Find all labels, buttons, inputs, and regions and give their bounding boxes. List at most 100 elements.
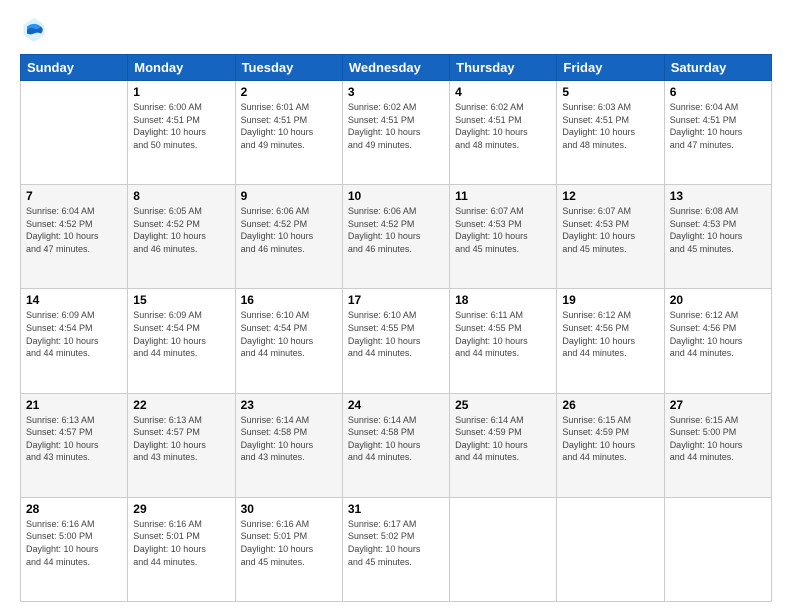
calendar-week-row: 28 Sunrise: 6:16 AM Sunset: 5:00 PM Dayli… [21,497,772,601]
calendar-table: SundayMondayTuesdayWednesdayThursdayFrid… [20,54,772,602]
day-number: 12 [562,189,658,203]
day-detail: Sunrise: 6:02 AM Sunset: 4:51 PM Dayligh… [348,101,444,151]
calendar-day-cell: 21 Sunrise: 6:13 AM Sunset: 4:57 PM Dayli… [21,393,128,497]
day-detail: Sunrise: 6:13 AM Sunset: 4:57 PM Dayligh… [133,414,229,464]
calendar-day-cell [21,81,128,185]
calendar-day-cell: 5 Sunrise: 6:03 AM Sunset: 4:51 PM Daylig… [557,81,664,185]
day-detail: Sunrise: 6:09 AM Sunset: 4:54 PM Dayligh… [26,309,122,359]
calendar-day-cell: 26Sunrise: 6:15 AM Sunset: 4:59 PM Dayli… [557,393,664,497]
day-detail: Sunrise: 6:10 AM Sunset: 4:54 PM Dayligh… [241,309,337,359]
calendar-day-cell: 25Sunrise: 6:14 AM Sunset: 4:59 PM Dayli… [450,393,557,497]
calendar-header-cell: Saturday [664,55,771,81]
calendar-day-cell: 22 Sunrise: 6:13 AM Sunset: 4:57 PM Dayli… [128,393,235,497]
logo-icon [20,16,48,44]
calendar-day-cell: 30Sunrise: 6:16 AM Sunset: 5:01 PM Dayli… [235,497,342,601]
calendar-day-cell: 8 Sunrise: 6:05 AM Sunset: 4:52 PM Daylig… [128,185,235,289]
day-number: 1 [133,85,229,99]
day-number: 13 [670,189,766,203]
calendar-day-cell: 1 Sunrise: 6:00 AM Sunset: 4:51 PM Daylig… [128,81,235,185]
day-detail: Sunrise: 6:13 AM Sunset: 4:57 PM Dayligh… [26,414,122,464]
calendar-header-cell: Friday [557,55,664,81]
calendar-day-cell: 20Sunrise: 6:12 AM Sunset: 4:56 PM Dayli… [664,289,771,393]
day-detail: Sunrise: 6:02 AM Sunset: 4:51 PM Dayligh… [455,101,551,151]
calendar-day-cell: 13Sunrise: 6:08 AM Sunset: 4:53 PM Dayli… [664,185,771,289]
day-number: 7 [26,189,122,203]
day-number: 31 [348,502,444,516]
day-number: 28 [26,502,122,516]
day-number: 6 [670,85,766,99]
calendar-day-cell: 14 Sunrise: 6:09 AM Sunset: 4:54 PM Dayli… [21,289,128,393]
day-detail: Sunrise: 6:16 AM Sunset: 5:00 PM Dayligh… [26,518,122,568]
calendar-header: SundayMondayTuesdayWednesdayThursdayFrid… [21,55,772,81]
calendar-day-cell: 7 Sunrise: 6:04 AM Sunset: 4:52 PM Daylig… [21,185,128,289]
calendar-day-cell [450,497,557,601]
calendar-day-cell: 4 Sunrise: 6:02 AM Sunset: 4:51 PM Daylig… [450,81,557,185]
day-detail: Sunrise: 6:14 AM Sunset: 4:59 PM Dayligh… [455,414,551,464]
day-detail: Sunrise: 6:15 AM Sunset: 5:00 PM Dayligh… [670,414,766,464]
calendar-header-cell: Wednesday [342,55,449,81]
calendar-day-cell: 18 Sunrise: 6:11 AM Sunset: 4:55 PM Dayli… [450,289,557,393]
calendar-day-cell: 3 Sunrise: 6:02 AM Sunset: 4:51 PM Daylig… [342,81,449,185]
calendar-day-cell: 6 Sunrise: 6:04 AM Sunset: 4:51 PM Daylig… [664,81,771,185]
day-detail: Sunrise: 6:04 AM Sunset: 4:51 PM Dayligh… [670,101,766,151]
day-detail: Sunrise: 6:07 AM Sunset: 4:53 PM Dayligh… [455,205,551,255]
calendar-week-row: 21 Sunrise: 6:13 AM Sunset: 4:57 PM Dayli… [21,393,772,497]
day-detail: Sunrise: 6:00 AM Sunset: 4:51 PM Dayligh… [133,101,229,151]
calendar-week-row: 14 Sunrise: 6:09 AM Sunset: 4:54 PM Dayli… [21,289,772,393]
calendar-day-cell: 28 Sunrise: 6:16 AM Sunset: 5:00 PM Dayli… [21,497,128,601]
day-detail: Sunrise: 6:14 AM Sunset: 4:58 PM Dayligh… [241,414,337,464]
day-detail: Sunrise: 6:04 AM Sunset: 4:52 PM Dayligh… [26,205,122,255]
day-number: 10 [348,189,444,203]
day-number: 20 [670,293,766,307]
calendar-header-cell: Tuesday [235,55,342,81]
calendar-day-cell: 24 Sunrise: 6:14 AM Sunset: 4:58 PM Dayli… [342,393,449,497]
day-number: 24 [348,398,444,412]
page: SundayMondayTuesdayWednesdayThursdayFrid… [0,0,792,612]
day-detail: Sunrise: 6:03 AM Sunset: 4:51 PM Dayligh… [562,101,658,151]
day-number: 22 [133,398,229,412]
day-detail: Sunrise: 6:01 AM Sunset: 4:51 PM Dayligh… [241,101,337,151]
day-number: 29 [133,502,229,516]
day-detail: Sunrise: 6:11 AM Sunset: 4:55 PM Dayligh… [455,309,551,359]
day-number: 14 [26,293,122,307]
day-number: 5 [562,85,658,99]
day-detail: Sunrise: 6:14 AM Sunset: 4:58 PM Dayligh… [348,414,444,464]
calendar-day-cell: 23Sunrise: 6:14 AM Sunset: 4:58 PM Dayli… [235,393,342,497]
day-number: 27 [670,398,766,412]
calendar-header-cell: Thursday [450,55,557,81]
calendar-day-cell: 19 Sunrise: 6:12 AM Sunset: 4:56 PM Dayli… [557,289,664,393]
day-number: 11 [455,189,551,203]
calendar-day-cell: 10 Sunrise: 6:06 AM Sunset: 4:52 PM Dayli… [342,185,449,289]
calendar-day-cell: 29 Sunrise: 6:16 AM Sunset: 5:01 PM Dayli… [128,497,235,601]
calendar-day-cell: 31 Sunrise: 6:17 AM Sunset: 5:02 PM Dayli… [342,497,449,601]
calendar-body: 1 Sunrise: 6:00 AM Sunset: 4:51 PM Daylig… [21,81,772,602]
calendar-day-cell [664,497,771,601]
calendar-day-cell: 27 Sunrise: 6:15 AM Sunset: 5:00 PM Dayli… [664,393,771,497]
calendar-day-cell: 2 Sunrise: 6:01 AM Sunset: 4:51 PM Daylig… [235,81,342,185]
header-row: SundayMondayTuesdayWednesdayThursdayFrid… [21,55,772,81]
day-detail: Sunrise: 6:05 AM Sunset: 4:52 PM Dayligh… [133,205,229,255]
day-detail: Sunrise: 6:10 AM Sunset: 4:55 PM Dayligh… [348,309,444,359]
calendar-day-cell: 11 Sunrise: 6:07 AM Sunset: 4:53 PM Dayli… [450,185,557,289]
day-number: 4 [455,85,551,99]
day-number: 3 [348,85,444,99]
calendar-day-cell [557,497,664,601]
header [20,16,772,44]
day-detail: Sunrise: 6:06 AM Sunset: 4:52 PM Dayligh… [348,205,444,255]
day-detail: Sunrise: 6:09 AM Sunset: 4:54 PM Dayligh… [133,309,229,359]
day-detail: Sunrise: 6:12 AM Sunset: 4:56 PM Dayligh… [562,309,658,359]
day-number: 18 [455,293,551,307]
day-detail: Sunrise: 6:17 AM Sunset: 5:02 PM Dayligh… [348,518,444,568]
day-detail: Sunrise: 6:16 AM Sunset: 5:01 PM Dayligh… [133,518,229,568]
day-number: 15 [133,293,229,307]
calendar-day-cell: 12Sunrise: 6:07 AM Sunset: 4:53 PM Dayli… [557,185,664,289]
day-number: 16 [241,293,337,307]
day-number: 19 [562,293,658,307]
calendar-header-cell: Monday [128,55,235,81]
calendar-day-cell: 9Sunrise: 6:06 AM Sunset: 4:52 PM Daylig… [235,185,342,289]
day-number: 8 [133,189,229,203]
day-number: 30 [241,502,337,516]
day-number: 2 [241,85,337,99]
calendar-week-row: 1 Sunrise: 6:00 AM Sunset: 4:51 PM Daylig… [21,81,772,185]
day-number: 21 [26,398,122,412]
